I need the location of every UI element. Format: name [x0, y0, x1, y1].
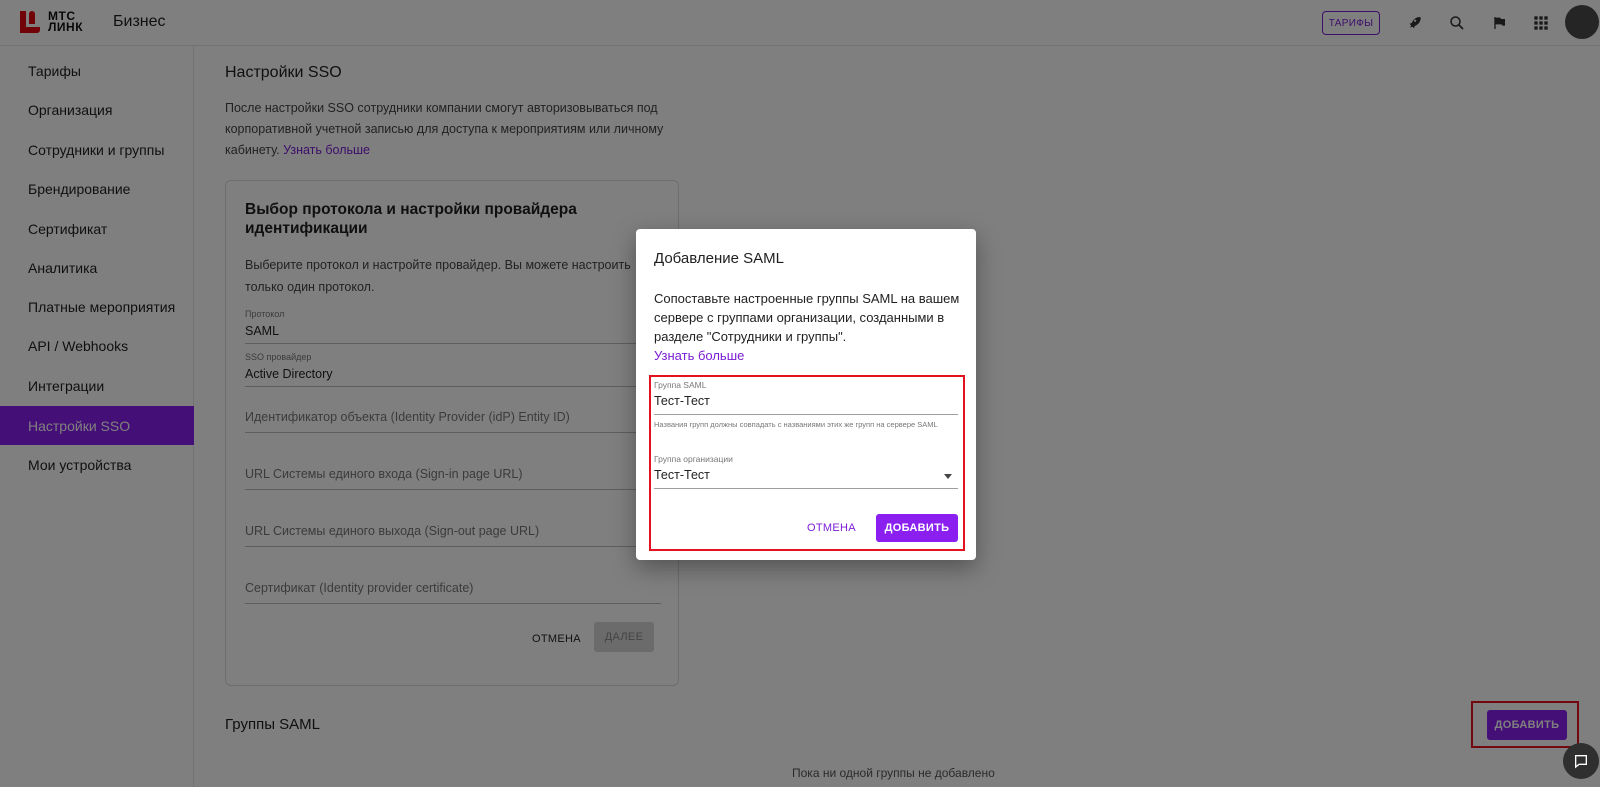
- dialog-add-button[interactable]: ДОБАВИТЬ: [876, 514, 958, 542]
- dialog-cancel-button[interactable]: ОТМЕНА: [807, 522, 856, 534]
- dialog-description: Сопоставьте настроенные группы SAML на в…: [654, 291, 960, 363]
- org-group-label: Группа организации: [654, 454, 733, 464]
- dialog-learn-more-link[interactable]: Узнать больше: [654, 348, 744, 363]
- add-saml-dialog: Добавление SAML Сопоставьте настроенные …: [636, 229, 976, 560]
- chat-support-button[interactable]: [1563, 743, 1599, 779]
- chevron-down-icon[interactable]: [944, 474, 952, 479]
- saml-group-input[interactable]: Группа SAML Тест-Тест: [654, 380, 958, 415]
- chat-icon: [1575, 755, 1587, 769]
- dialog-title: Добавление SAML: [654, 250, 784, 267]
- org-group-select[interactable]: Группа организации Тест-Тест: [654, 454, 958, 489]
- saml-group-label: Группа SAML: [654, 380, 707, 390]
- saml-group-value: Тест-Тест: [654, 394, 710, 408]
- saml-group-hint: Названия групп должны совпадать с назван…: [654, 420, 938, 429]
- org-group-value: Тест-Тест: [654, 468, 710, 482]
